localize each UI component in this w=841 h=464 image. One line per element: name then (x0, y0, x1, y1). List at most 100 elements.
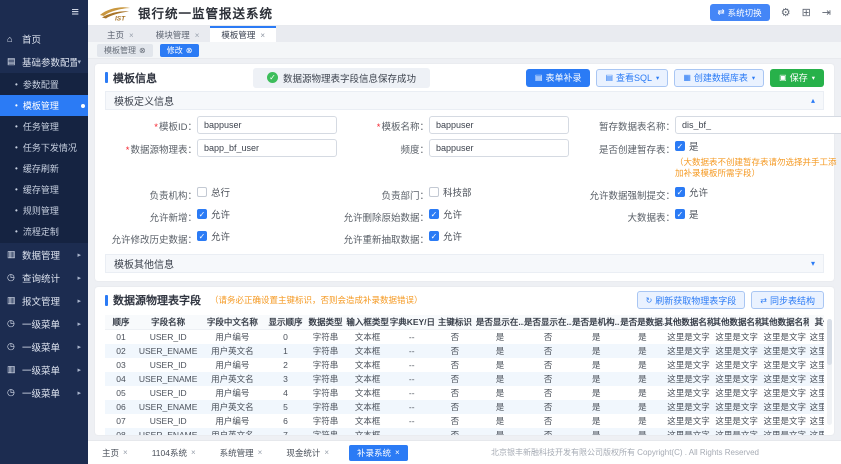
vertical-scrollbar-thumb[interactable] (827, 319, 832, 365)
table-cell: -- (390, 400, 434, 414)
table-cell: 3 (265, 372, 305, 386)
sidebar-item[interactable]: ▥数据管理▸ (0, 243, 88, 266)
chip-label: 修改 (167, 45, 183, 56)
sidebar-item[interactable]: ◷一级菜单▸ (0, 335, 88, 358)
table-cell: 文本框 (346, 400, 390, 414)
table-row[interactable]: 03USER_ID用户编号2字符串文本框--否是否是是这里是文字这里是文字这里是… (105, 358, 824, 372)
sidebar-subitem[interactable]: •规则管理 (0, 200, 88, 221)
sidebar-item[interactable]: ▥一级菜单▸ (0, 358, 88, 381)
checkbox[interactable]: ✓ (429, 231, 439, 241)
button-label: 保存 (790, 71, 808, 84)
table-row[interactable]: 04USER_ENAME用户英文名3字符串文本框--否是否是是这里是文字这里是文… (105, 372, 824, 386)
close-circle-icon[interactable]: ⊗ (186, 46, 193, 55)
checkbox[interactable] (429, 187, 439, 197)
table-row[interactable]: 08USER_ENAME用户英文名7字符串文本框--否是否是是这里是文字这里是文… (105, 428, 824, 435)
checkbox[interactable]: ✓ (675, 187, 685, 197)
create-db-table-button[interactable]: ▦创建数据库表▾ (674, 69, 764, 87)
sidebar-subitem[interactable]: •任务下发情况 (0, 137, 88, 158)
form-entry-button[interactable]: ▤表单补录 (526, 69, 591, 87)
view-sql-button[interactable]: ▤查看SQL▾ (596, 69, 668, 87)
sidebar-subitem[interactable]: •流程定制 (0, 221, 88, 242)
vertical-scrollbar-track[interactable] (827, 319, 832, 425)
table-cell: 用户编号 (199, 414, 265, 428)
close-icon[interactable]: × (324, 448, 329, 457)
sidebar-item-label: 查询统计 (22, 271, 60, 285)
sidebar-item[interactable]: ◷一级菜单▸ (0, 312, 88, 335)
form-input[interactable] (197, 116, 337, 134)
sidebar-subitem[interactable]: •参数配置 (0, 74, 88, 95)
table-header-row: 顺序字段名称字段中文名称显示顺序数据类型输入框类型字典KEY/日...主键标识是… (105, 315, 824, 330)
column-header: 输入框类型 (346, 315, 390, 330)
close-icon[interactable]: × (395, 448, 400, 457)
sidebar-subitem[interactable]: •缓存管理 (0, 179, 88, 200)
checkbox[interactable]: ✓ (429, 209, 439, 219)
save-button[interactable]: ▣保存▾ (770, 69, 824, 87)
table-cell: 这里是文字 (809, 428, 824, 435)
sidebar-item[interactable]: ▥报文管理▸ (0, 289, 88, 312)
breadcrumb-chip[interactable]: 模板管理⊗ (97, 44, 153, 57)
system-switch-button[interactable]: ⇄ 系统切换 (710, 4, 770, 21)
close-icon[interactable]: × (191, 448, 196, 457)
sidebar-item[interactable]: ◷查询统计▸ (0, 266, 88, 289)
table-cell: USER_ID (137, 386, 199, 400)
sync-structure-button[interactable]: ⇄同步表结构 (751, 291, 824, 309)
sidebar-subitem[interactable]: •缓存刷新 (0, 158, 88, 179)
checkbox[interactable]: ✓ (675, 209, 685, 219)
field-label: *模板名称： (337, 116, 429, 133)
table-row[interactable]: 02USER_ENAME用户英文名1字符串文本框--否是否是是这里是文字这里是文… (105, 344, 824, 358)
close-icon[interactable]: × (195, 31, 200, 40)
table-cell: 否 (434, 428, 476, 435)
form-input[interactable] (197, 139, 337, 157)
sidebar-item[interactable]: ▤基础参数配置▾ (0, 50, 88, 73)
table-cell: 是 (476, 386, 524, 400)
fullscreen-icon[interactable]: ⊞ (802, 7, 811, 19)
bottom-tab[interactable]: 现金统计× (282, 445, 333, 461)
table-cell: 文本框 (346, 372, 390, 386)
close-icon[interactable]: × (123, 448, 128, 457)
sidebar-item[interactable]: ◷一级菜单▸ (0, 381, 88, 404)
table-row[interactable]: 06USER_ENAME用户英文名5字符串文本框--否是否是是这里是文字这里是文… (105, 400, 824, 414)
section-warning: （请务必正确设置主键标识，否则会造成补录数据错误） (210, 294, 423, 306)
logout-icon[interactable]: ⇥ (822, 7, 831, 19)
close-icon[interactable]: × (260, 31, 265, 40)
template-other-section-bar[interactable]: 模板其他信息 ▾ (105, 254, 824, 273)
table-cell: 文本框 (346, 414, 390, 428)
collapse-icon[interactable]: ▴ (811, 96, 815, 105)
refresh-fields-button[interactable]: ↻刷新获取物理表字段 (637, 291, 746, 309)
checkbox[interactable] (197, 187, 207, 197)
checkbox[interactable]: ✓ (675, 141, 685, 151)
sidebar-subitem[interactable]: •模板管理 (0, 95, 88, 116)
close-icon[interactable]: × (129, 31, 134, 40)
sidebar-item[interactable]: ⌂首页 (0, 27, 88, 50)
bottom-tab-label: 1104系统 (152, 447, 187, 459)
table-row[interactable]: 01USER_ID用户编号0字符串文本框--否是否是是这里是文字这里是文字这里是… (105, 330, 824, 344)
bottom-tab[interactable]: 1104系统 × (148, 445, 200, 461)
bottom-tab[interactable]: 主页× (98, 445, 132, 461)
breadcrumb-chip[interactable]: 修改⊗ (160, 44, 200, 57)
close-circle-icon[interactable]: ⊗ (139, 46, 146, 55)
table-row[interactable]: 05USER_ID用户编号4字符串文本框--否是否是是这里是文字这里是文字这里是… (105, 386, 824, 400)
bottom-tab[interactable]: 补录系统× (349, 445, 408, 461)
bottom-tab[interactable]: 系统管理× (216, 445, 267, 461)
form-input[interactable] (429, 139, 569, 157)
form-input[interactable] (675, 116, 841, 134)
expand-icon[interactable]: ▾ (811, 259, 815, 268)
button-label: 同步表结构 (770, 294, 815, 307)
form-field (569, 229, 841, 246)
top-tab[interactable]: 主页× (96, 26, 145, 42)
close-icon[interactable]: × (258, 448, 263, 457)
top-tab[interactable]: 模板管理× (210, 26, 276, 42)
form-input[interactable] (429, 116, 569, 134)
gear-icon[interactable]: ⚙ (781, 7, 791, 19)
field-label: *数据源物理表： (105, 139, 197, 156)
sidebar-subitem[interactable]: •任务管理 (0, 116, 88, 137)
home-icon: ⌂ (7, 34, 20, 44)
template-definition-section-bar[interactable]: 模板定义信息 ▴ (105, 91, 824, 110)
menu-toggle-icon[interactable]: ≡ (71, 5, 79, 19)
header-actions: ⇄ 系统切换 ⚙ ⊞ ⇥ (710, 4, 831, 21)
top-tab[interactable]: 模块管理× (145, 26, 211, 42)
checkbox[interactable]: ✓ (197, 209, 207, 219)
checkbox[interactable]: ✓ (197, 231, 207, 241)
table-row[interactable]: 07USER_ID用户编号6字符串文本框--否是否是是这里是文字这里是文字这里是… (105, 414, 824, 428)
table-cell: 否 (434, 358, 476, 372)
